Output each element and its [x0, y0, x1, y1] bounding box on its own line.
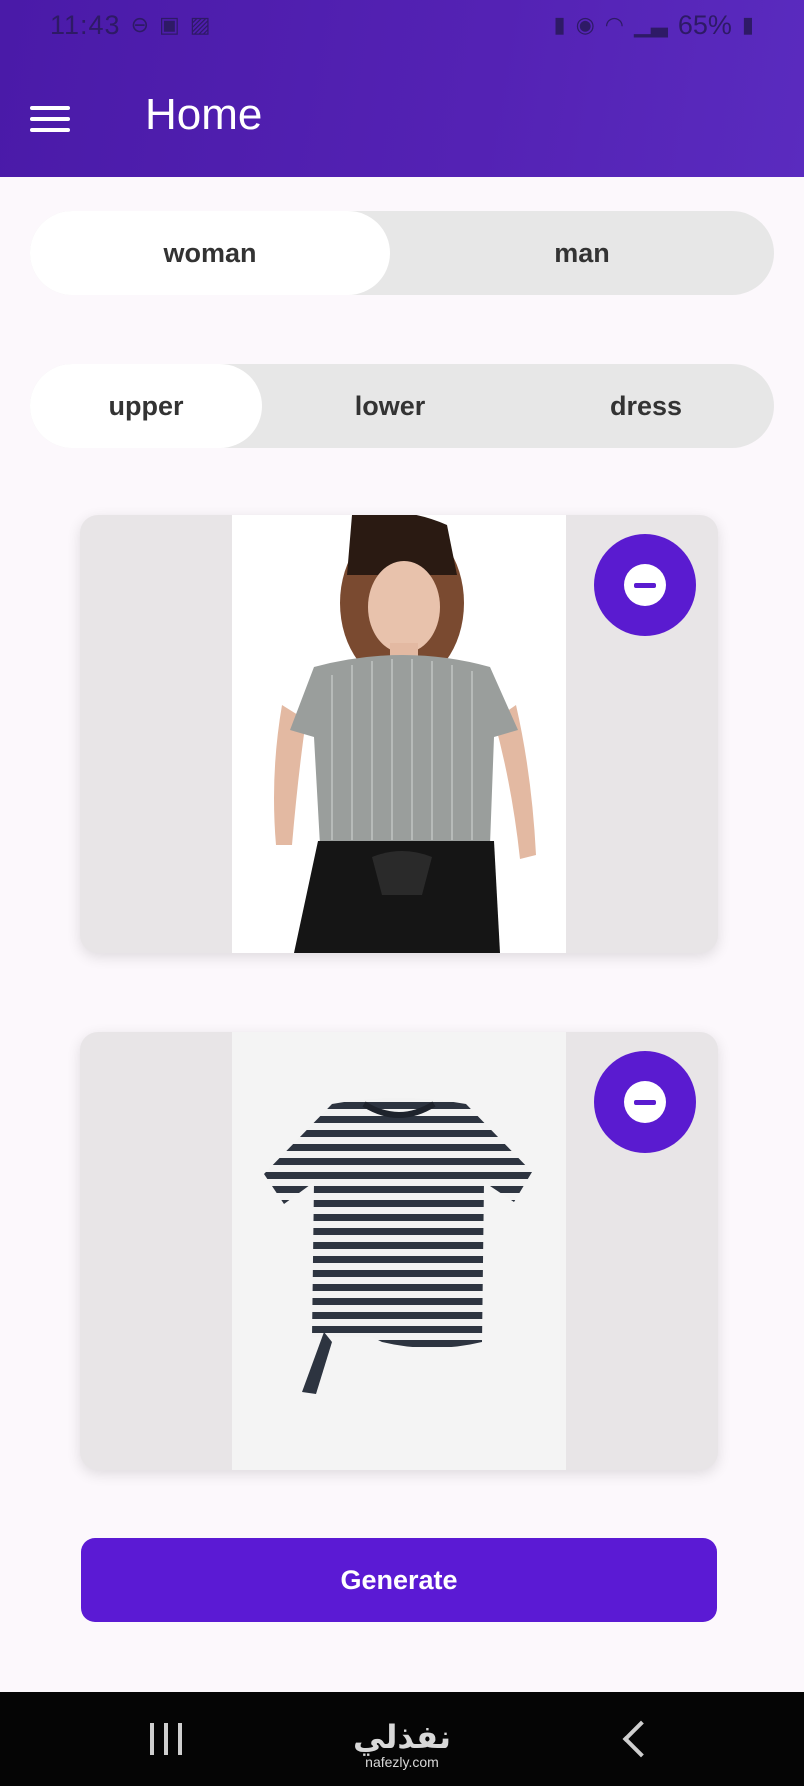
wifi-icon: ◠: [604, 12, 624, 37]
hamburger-menu-icon[interactable]: [30, 98, 72, 140]
person-image-card[interactable]: [80, 515, 718, 953]
battery-saver-icon: ▮: [553, 12, 566, 37]
gender-option-woman[interactable]: woman: [30, 211, 390, 295]
back-icon[interactable]: [622, 1720, 660, 1758]
category-option-lower[interactable]: lower: [262, 364, 518, 448]
watermark-url: nafezly.com: [365, 1754, 439, 1770]
battery-level: 65%: [677, 9, 732, 40]
category-option-dress[interactable]: dress: [518, 364, 774, 448]
status-bar: 11:43 ⊖ ▣ ▨ ▮ ◉ ◠ ▁▃ 65% ▮: [0, 0, 804, 50]
category-toggle: upper lower dress: [30, 364, 774, 448]
page-title: Home: [145, 90, 263, 139]
model-illustration: [274, 515, 536, 953]
remove-circle-icon: [624, 1081, 666, 1123]
battery-icon: ▮: [741, 12, 754, 37]
garment-image-card[interactable]: [80, 1032, 718, 1470]
model-photo: [232, 515, 566, 953]
remove-garment-image-button[interactable]: [594, 1051, 696, 1153]
do-not-disturb-icon: ⊖: [130, 12, 149, 37]
remove-circle-icon: [624, 564, 666, 606]
watermark: نفذلي nafezly.com: [340, 1720, 464, 1770]
remove-person-image-button[interactable]: [594, 534, 696, 636]
watermark-text: نفذلي: [353, 1718, 451, 1756]
striped-tshirt-illustration: [264, 1098, 532, 1394]
signal-icon: ▁▃: [634, 12, 668, 37]
app-bar: 11:43 ⊖ ▣ ▨ ▮ ◉ ◠ ▁▃ 65% ▮ Home: [0, 0, 804, 177]
garment-photo: [232, 1032, 566, 1470]
alarm-icon: ◉: [575, 12, 595, 37]
recents-icon[interactable]: [150, 1723, 182, 1755]
video-icon: ▣: [159, 12, 180, 37]
status-time: 11:43: [50, 9, 121, 40]
category-option-upper[interactable]: upper: [30, 364, 262, 448]
gender-toggle: woman man: [30, 211, 774, 295]
sim-icon: ▨: [189, 12, 211, 37]
gender-option-man[interactable]: man: [390, 211, 774, 295]
generate-button[interactable]: Generate: [81, 1538, 717, 1622]
